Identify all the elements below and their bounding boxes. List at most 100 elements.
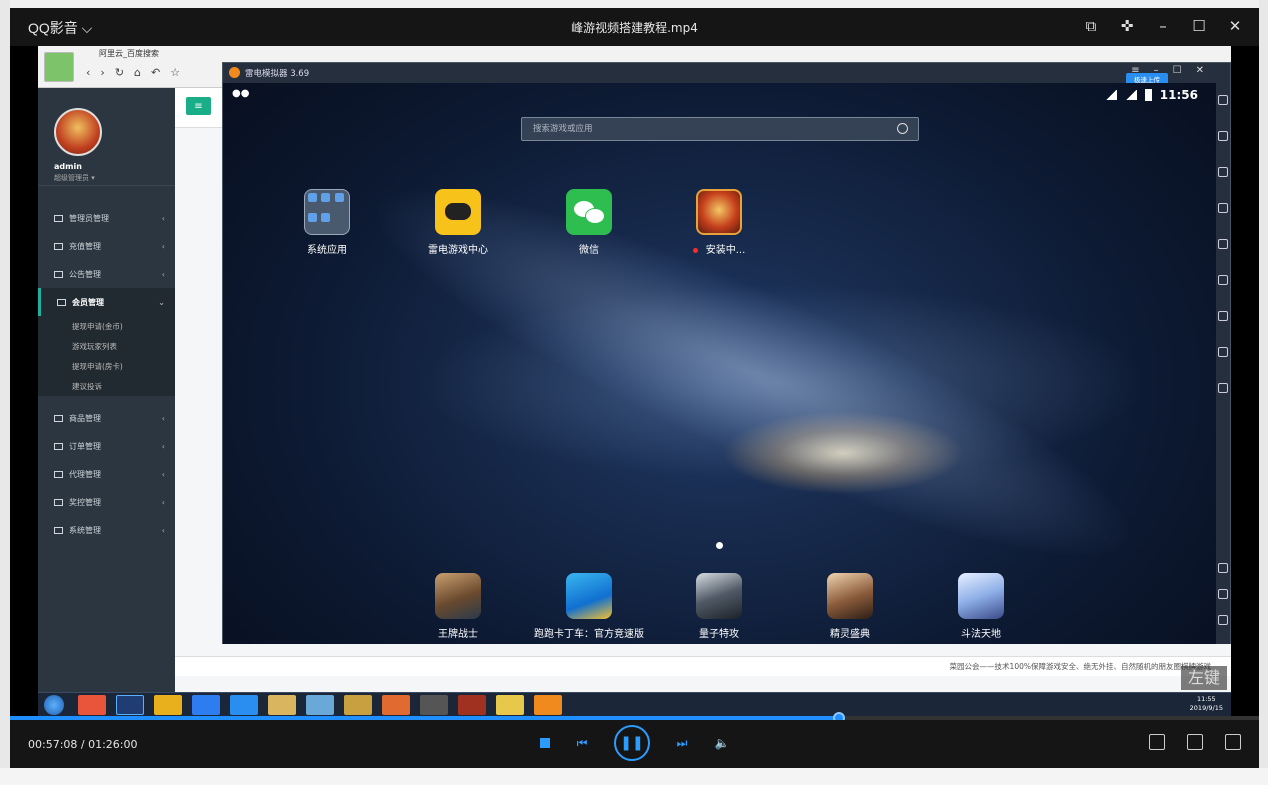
submenu-item[interactable]: 提现申请(金币) bbox=[38, 316, 175, 336]
taskbar-app-photoshop[interactable] bbox=[116, 695, 144, 715]
dock-app-5[interactable]: 斗法天地 bbox=[936, 573, 1026, 640]
dock-app-3[interactable]: 量子特攻 bbox=[674, 573, 764, 640]
search-icon[interactable] bbox=[897, 123, 908, 134]
taskbar-clock[interactable]: 11:55 2019/9/15 bbox=[1190, 695, 1223, 713]
start-button[interactable] bbox=[44, 695, 64, 715]
settings-icon[interactable] bbox=[1218, 347, 1228, 357]
taskbar-app-browser[interactable] bbox=[78, 695, 106, 715]
taskbar-app-7[interactable] bbox=[458, 695, 486, 715]
emulator-title-bar[interactable]: 雷电模拟器 3.69 极速上传 ≡ – ☐ ✕ bbox=[223, 63, 1230, 85]
menu-icon[interactable]: ≡ bbox=[1131, 65, 1139, 76]
back-icon[interactable] bbox=[1218, 563, 1228, 573]
video-frame[interactable]: 阿里云_百度搜索 ‹ › ↻ ⌂ ↶ ☆ admin 超级管理员 ▾ 管理员管理… bbox=[38, 46, 1231, 716]
player-title-bar[interactable]: QQ影音 ⌵ 峰游视频搭建教程.mp4 ⧉ ✜ – ☐ ✕ bbox=[10, 8, 1259, 46]
taskbar-app-emulator[interactable] bbox=[534, 695, 562, 715]
back-icon[interactable]: ‹ bbox=[86, 66, 90, 79]
taskbar-app-chrome[interactable] bbox=[154, 695, 182, 715]
monitor-icon bbox=[57, 298, 66, 306]
app-label: 跑跑卡丁车：官方竞速版 bbox=[534, 629, 644, 640]
volume-down-icon[interactable] bbox=[1218, 167, 1228, 177]
install-apk-icon[interactable] bbox=[1218, 311, 1228, 321]
maximize-icon[interactable]: ☐ bbox=[1189, 16, 1209, 36]
taskbar-time: 11:55 bbox=[1196, 695, 1216, 703]
submenu-item[interactable]: 建议投诉 bbox=[38, 376, 175, 396]
app-wechat[interactable]: 微信 bbox=[544, 189, 634, 256]
android-home-screen[interactable]: ●● 11:56 搜索游戏或应用 系统应用 雷电游戏中心 微信 安装中... 王… bbox=[223, 83, 1216, 644]
taskbar-app-8[interactable] bbox=[496, 695, 524, 715]
app-system-apps[interactable]: 系统应用 bbox=[282, 189, 372, 256]
browser-avatar[interactable] bbox=[44, 52, 74, 82]
chevron-left-icon: ‹ bbox=[161, 441, 165, 451]
menu-item-recharge[interactable]: 充值管理 ‹ bbox=[38, 232, 175, 260]
close-icon[interactable]: ✕ bbox=[1196, 65, 1204, 76]
stop-button[interactable] bbox=[540, 738, 550, 748]
refresh-icon[interactable]: ↻ bbox=[115, 66, 124, 79]
screenshot-icon[interactable] bbox=[1218, 203, 1228, 213]
app-label: 王牌战士 bbox=[438, 629, 478, 640]
taskbar-app-6[interactable] bbox=[420, 695, 448, 715]
keyboard-icon[interactable] bbox=[1218, 95, 1228, 105]
admin-profile: admin 超级管理员 ▾ bbox=[38, 88, 175, 186]
new-badge-dot bbox=[692, 247, 698, 253]
dock-app-1[interactable]: 王牌战士 bbox=[413, 573, 503, 640]
page-indicator bbox=[716, 542, 723, 549]
home-icon[interactable]: ⌂ bbox=[134, 66, 141, 79]
next-button[interactable]: ⏭ bbox=[674, 736, 690, 750]
submenu-item[interactable]: 提现申请(房卡) bbox=[38, 356, 175, 376]
home-icon[interactable] bbox=[1218, 589, 1228, 599]
taskbar-app-1[interactable] bbox=[192, 695, 220, 715]
minimize-icon[interactable]: – bbox=[1154, 65, 1159, 76]
app-search-input[interactable]: 搜索游戏或应用 bbox=[521, 117, 919, 141]
settings-sliders-icon[interactable] bbox=[1187, 734, 1203, 750]
profile-role[interactable]: 超级管理员 ▾ bbox=[54, 173, 95, 183]
menu-item-prize-control[interactable]: 奖控管理 ‹ bbox=[38, 488, 175, 516]
submenu-item[interactable]: 游戏玩家列表 bbox=[38, 336, 175, 356]
maximize-icon[interactable]: ☐ bbox=[1173, 65, 1182, 76]
app-installing[interactable]: 安装中... bbox=[674, 189, 764, 256]
forward-icon[interactable]: › bbox=[100, 66, 104, 79]
taskbar-app-4[interactable] bbox=[344, 695, 372, 715]
chevron-left-icon: ‹ bbox=[161, 241, 165, 251]
star-icon[interactable]: ☆ bbox=[170, 66, 180, 79]
app-game-center[interactable]: 雷电游戏中心 bbox=[413, 189, 503, 256]
desktop-bottom-edge bbox=[0, 768, 1268, 785]
menu-item-admin[interactable]: 管理员管理 ‹ bbox=[38, 204, 175, 232]
multi-instance-icon[interactable] bbox=[1218, 275, 1228, 285]
location-icon[interactable] bbox=[1218, 239, 1228, 249]
hamburger-button[interactable]: ≡ bbox=[186, 97, 211, 115]
volume-up-icon[interactable] bbox=[1218, 131, 1228, 141]
chevron-left-icon: ‹ bbox=[161, 497, 165, 507]
more-icon[interactable] bbox=[1218, 383, 1228, 393]
menu-item-notice[interactable]: 公告管理 ‹ bbox=[38, 260, 175, 288]
undo-icon[interactable]: ↶ bbox=[151, 66, 160, 79]
dock-app-4[interactable]: 精灵盛典 bbox=[805, 573, 895, 640]
playback-time: 00:57:08 / 01:26:00 bbox=[28, 738, 138, 751]
browser-tab[interactable]: 阿里云_百度搜索 bbox=[83, 48, 223, 62]
taskbar-app-explorer[interactable] bbox=[268, 695, 296, 715]
taskbar-app-3[interactable] bbox=[306, 695, 334, 715]
menu-item-orders[interactable]: 订单管理 ‹ bbox=[38, 432, 175, 460]
recent-apps-icon[interactable] bbox=[1218, 615, 1228, 625]
menu-item-agents[interactable]: 代理管理 ‹ bbox=[38, 460, 175, 488]
pause-button[interactable]: ❚❚ bbox=[614, 725, 650, 761]
avatar[interactable] bbox=[54, 108, 102, 156]
dock-app-2[interactable]: 跑跑卡丁车：官方竞速版 bbox=[519, 573, 659, 640]
pin-icon[interactable]: ✜ bbox=[1117, 16, 1137, 36]
player-right-controls bbox=[1149, 734, 1241, 750]
left-key-overlay: 左键 bbox=[1181, 666, 1227, 690]
fullscreen-icon[interactable] bbox=[1225, 734, 1241, 750]
mini-mode-icon[interactable]: ⧉ bbox=[1081, 16, 1101, 36]
volume-icon[interactable]: 🔈 bbox=[714, 736, 730, 750]
monitor-icon bbox=[54, 470, 63, 478]
taskbar-app-2[interactable] bbox=[230, 695, 258, 715]
taskbar-app-5[interactable] bbox=[382, 695, 410, 715]
menu-item-goods[interactable]: 商品管理 ‹ bbox=[38, 404, 175, 432]
menu-item-system[interactable]: 系统管理 ‹ bbox=[38, 516, 175, 544]
menu-item-members[interactable]: 会员管理 ⌄ bbox=[38, 288, 175, 316]
menu-label: 商品管理 bbox=[69, 413, 101, 423]
previous-button[interactable]: ⏮ bbox=[574, 736, 590, 750]
close-icon[interactable]: ✕ bbox=[1225, 16, 1245, 36]
minimize-icon[interactable]: – bbox=[1153, 16, 1173, 36]
chevron-down-icon: ⌄ bbox=[158, 297, 165, 307]
screenshot-icon[interactable] bbox=[1149, 734, 1165, 750]
